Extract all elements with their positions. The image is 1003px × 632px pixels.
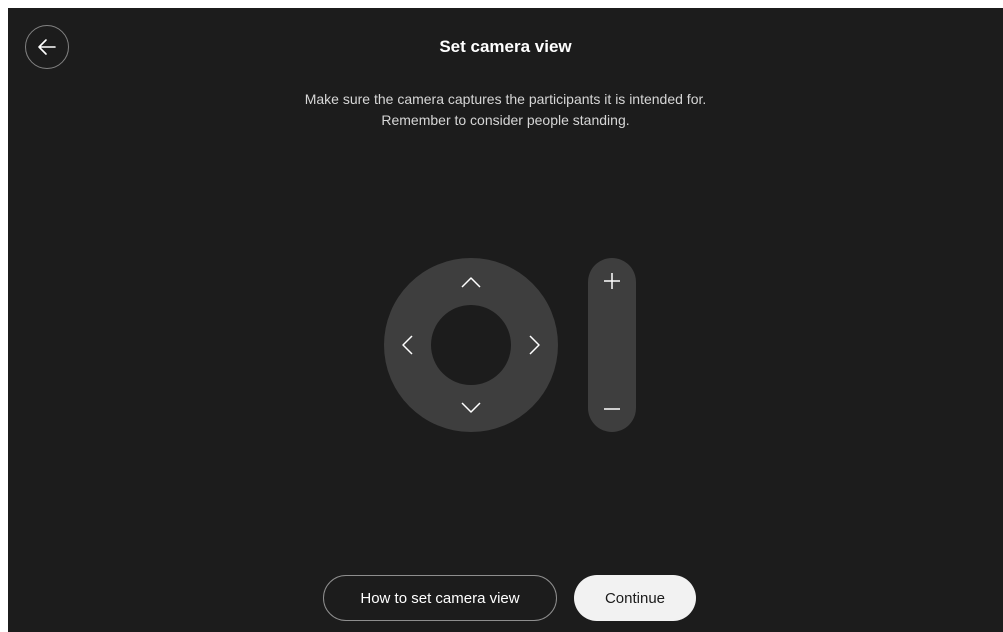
continue-button[interactable]: Continue <box>574 575 696 621</box>
camera-zoom-control <box>588 258 636 432</box>
how-to-set-camera-view-button[interactable]: How to set camera view <box>323 575 557 621</box>
dpad-center[interactable] <box>431 305 511 385</box>
pan-right-button[interactable] <box>517 327 553 363</box>
minus-icon <box>604 408 620 410</box>
tilt-up-button[interactable] <box>453 264 489 300</box>
chevron-right-icon <box>529 335 540 355</box>
plus-icon <box>604 273 620 289</box>
instructions: Make sure the camera captures the partic… <box>8 89 1003 131</box>
chevron-left-icon <box>402 335 413 355</box>
camera-pan-tilt-pad <box>384 258 558 432</box>
zoom-out-button[interactable] <box>594 391 630 427</box>
chevron-up-icon <box>461 277 481 288</box>
instruction-line-2: Remember to consider people standing. <box>381 112 630 128</box>
page-title: Set camera view <box>439 37 572 56</box>
camera-view-screen: Set camera view Make sure the camera cap… <box>8 8 1003 632</box>
pan-left-button[interactable] <box>389 327 425 363</box>
tilt-down-button[interactable] <box>453 390 489 426</box>
instruction-line-1: Make sure the camera captures the partic… <box>304 91 707 107</box>
chevron-down-icon <box>461 402 481 413</box>
zoom-in-button[interactable] <box>594 263 630 299</box>
